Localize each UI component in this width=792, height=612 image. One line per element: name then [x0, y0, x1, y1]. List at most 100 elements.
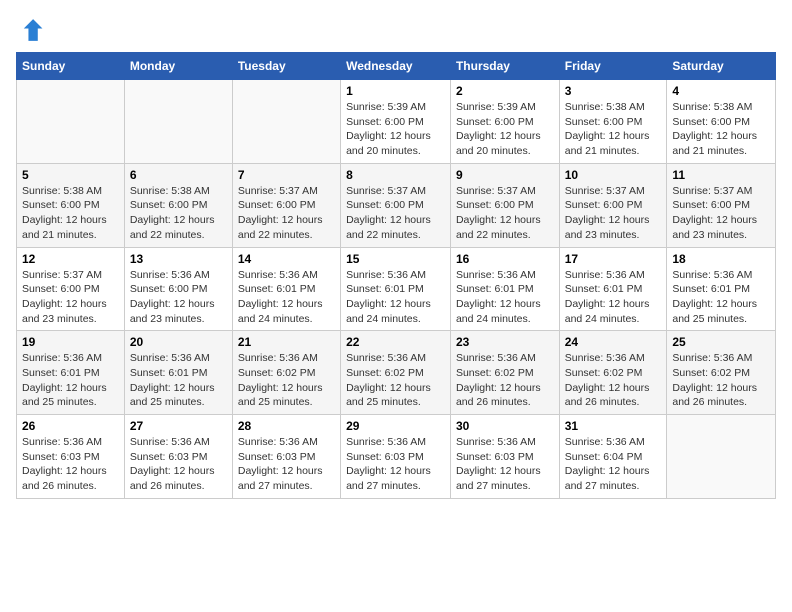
day-cell: 16 Sunrise: 5:36 AM Sunset: 6:01 PM Dayli…: [450, 247, 559, 331]
day-cell: 4 Sunrise: 5:38 AM Sunset: 6:00 PM Daylig…: [667, 80, 776, 164]
weekday-header-sunday: Sunday: [17, 53, 125, 80]
day-cell: 21 Sunrise: 5:36 AM Sunset: 6:02 PM Dayli…: [232, 331, 340, 415]
day-cell: 1 Sunrise: 5:39 AM Sunset: 6:00 PM Daylig…: [341, 80, 451, 164]
day-cell: [17, 80, 125, 164]
weekday-header-tuesday: Tuesday: [232, 53, 340, 80]
day-info: Sunrise: 5:37 AM Sunset: 6:00 PM Dayligh…: [672, 184, 770, 243]
day-number: 22: [346, 335, 445, 349]
day-number: 5: [22, 168, 119, 182]
weekday-header-wednesday: Wednesday: [341, 53, 451, 80]
logo: [16, 16, 48, 44]
day-number: 31: [565, 419, 662, 433]
day-number: 24: [565, 335, 662, 349]
day-cell: 19Sunrise: 5:36 AM Sunset: 6:01 PM Dayli…: [17, 331, 125, 415]
day-info: Sunrise: 5:36 AM Sunset: 6:01 PM Dayligh…: [130, 351, 227, 410]
day-info: Sunrise: 5:37 AM Sunset: 6:00 PM Dayligh…: [565, 184, 662, 243]
day-cell: 13 Sunrise: 5:36 AM Sunset: 6:00 PM Dayli…: [124, 247, 232, 331]
day-info: Sunrise: 5:36 AM Sunset: 6:00 PM Dayligh…: [130, 268, 227, 327]
day-info: Sunrise: 5:39 AM Sunset: 6:00 PM Dayligh…: [346, 100, 445, 159]
day-number: 15: [346, 252, 445, 266]
calendar-header: SundayMondayTuesdayWednesdayThursdayFrid…: [17, 53, 776, 80]
day-info: Sunrise: 5:38 AM Sunset: 6:00 PM Dayligh…: [130, 184, 227, 243]
day-info: Sunrise: 5:38 AM Sunset: 6:00 PM Dayligh…: [22, 184, 119, 243]
day-number: 12: [22, 252, 119, 266]
day-info: Sunrise: 5:36 AM Sunset: 6:01 PM Dayligh…: [565, 268, 662, 327]
day-info: Sunrise: 5:36 AM Sunset: 6:02 PM Dayligh…: [456, 351, 554, 410]
logo-icon: [16, 16, 44, 44]
day-number: 10: [565, 168, 662, 182]
day-number: 2: [456, 84, 554, 98]
day-number: 14: [238, 252, 335, 266]
day-cell: 10 Sunrise: 5:37 AM Sunset: 6:00 PM Dayli…: [559, 163, 667, 247]
day-cell: 26 Sunrise: 5:36 AM Sunset: 6:03 PM Dayli…: [17, 415, 125, 499]
day-cell: 15 Sunrise: 5:36 AM Sunset: 6:01 PM Dayli…: [341, 247, 451, 331]
day-number: 20: [130, 335, 227, 349]
day-cell: 23 Sunrise: 5:36 AM Sunset: 6:02 PM Dayli…: [450, 331, 559, 415]
week-row-5: 26 Sunrise: 5:36 AM Sunset: 6:03 PM Dayli…: [17, 415, 776, 499]
day-cell: 14 Sunrise: 5:36 AM Sunset: 6:01 PM Dayli…: [232, 247, 340, 331]
weekday-header-friday: Friday: [559, 53, 667, 80]
day-number: 18: [672, 252, 770, 266]
day-info: Sunrise: 5:38 AM Sunset: 6:00 PM Dayligh…: [565, 100, 662, 159]
day-number: 30: [456, 419, 554, 433]
week-row-1: 1 Sunrise: 5:39 AM Sunset: 6:00 PM Daylig…: [17, 80, 776, 164]
day-info: Sunrise: 5:37 AM Sunset: 6:00 PM Dayligh…: [346, 184, 445, 243]
day-number: 21: [238, 335, 335, 349]
day-cell: 28 Sunrise: 5:36 AM Sunset: 6:03 PM Dayli…: [232, 415, 340, 499]
day-info: Sunrise: 5:37 AM Sunset: 6:00 PM Dayligh…: [238, 184, 335, 243]
day-number: 27: [130, 419, 227, 433]
day-cell: 3Sunrise: 5:38 AM Sunset: 6:00 PM Daylig…: [559, 80, 667, 164]
week-row-4: 19Sunrise: 5:36 AM Sunset: 6:01 PM Dayli…: [17, 331, 776, 415]
day-number: 29: [346, 419, 445, 433]
day-number: 28: [238, 419, 335, 433]
day-number: 13: [130, 252, 227, 266]
day-info: Sunrise: 5:36 AM Sunset: 6:03 PM Dayligh…: [346, 435, 445, 494]
day-cell: 12 Sunrise: 5:37 AM Sunset: 6:00 PM Dayli…: [17, 247, 125, 331]
day-cell: 31 Sunrise: 5:36 AM Sunset: 6:04 PM Dayli…: [559, 415, 667, 499]
day-cell: 25Sunrise: 5:36 AM Sunset: 6:02 PM Dayli…: [667, 331, 776, 415]
page-header: [16, 16, 776, 44]
day-cell: 20 Sunrise: 5:36 AM Sunset: 6:01 PM Dayli…: [124, 331, 232, 415]
day-number: 9: [456, 168, 554, 182]
day-number: 17: [565, 252, 662, 266]
day-info: Sunrise: 5:36 AM Sunset: 6:01 PM Dayligh…: [456, 268, 554, 327]
day-info: Sunrise: 5:37 AM Sunset: 6:00 PM Dayligh…: [22, 268, 119, 327]
day-info: Sunrise: 5:36 AM Sunset: 6:03 PM Dayligh…: [22, 435, 119, 494]
calendar-body: 1 Sunrise: 5:39 AM Sunset: 6:00 PM Daylig…: [17, 80, 776, 499]
day-info: Sunrise: 5:36 AM Sunset: 6:01 PM Dayligh…: [22, 351, 119, 410]
day-number: 4: [672, 84, 770, 98]
day-info: Sunrise: 5:39 AM Sunset: 6:00 PM Dayligh…: [456, 100, 554, 159]
day-number: 26: [22, 419, 119, 433]
day-cell: 30 Sunrise: 5:36 AM Sunset: 6:03 PM Dayli…: [450, 415, 559, 499]
day-cell: 6Sunrise: 5:38 AM Sunset: 6:00 PM Daylig…: [124, 163, 232, 247]
day-info: Sunrise: 5:38 AM Sunset: 6:00 PM Dayligh…: [672, 100, 770, 159]
day-number: 16: [456, 252, 554, 266]
day-cell: 2 Sunrise: 5:39 AM Sunset: 6:00 PM Daylig…: [450, 80, 559, 164]
day-info: Sunrise: 5:37 AM Sunset: 6:00 PM Dayligh…: [456, 184, 554, 243]
day-info: Sunrise: 5:36 AM Sunset: 6:03 PM Dayligh…: [130, 435, 227, 494]
day-cell: 8 Sunrise: 5:37 AM Sunset: 6:00 PM Daylig…: [341, 163, 451, 247]
day-info: Sunrise: 5:36 AM Sunset: 6:01 PM Dayligh…: [238, 268, 335, 327]
day-cell: 24Sunrise: 5:36 AM Sunset: 6:02 PM Dayli…: [559, 331, 667, 415]
weekday-header-monday: Monday: [124, 53, 232, 80]
week-row-2: 5 Sunrise: 5:38 AM Sunset: 6:00 PM Daylig…: [17, 163, 776, 247]
day-info: Sunrise: 5:36 AM Sunset: 6:01 PM Dayligh…: [346, 268, 445, 327]
day-info: Sunrise: 5:36 AM Sunset: 6:03 PM Dayligh…: [238, 435, 335, 494]
day-cell: 18 Sunrise: 5:36 AM Sunset: 6:01 PM Dayli…: [667, 247, 776, 331]
day-number: 8: [346, 168, 445, 182]
day-number: 23: [456, 335, 554, 349]
day-info: Sunrise: 5:36 AM Sunset: 6:04 PM Dayligh…: [565, 435, 662, 494]
day-cell: 22Sunrise: 5:36 AM Sunset: 6:02 PM Dayli…: [341, 331, 451, 415]
day-info: Sunrise: 5:36 AM Sunset: 6:02 PM Dayligh…: [238, 351, 335, 410]
day-info: Sunrise: 5:36 AM Sunset: 6:03 PM Dayligh…: [456, 435, 554, 494]
day-cell: [124, 80, 232, 164]
day-cell: 27 Sunrise: 5:36 AM Sunset: 6:03 PM Dayli…: [124, 415, 232, 499]
day-number: 7: [238, 168, 335, 182]
day-number: 1: [346, 84, 445, 98]
day-number: 11: [672, 168, 770, 182]
day-info: Sunrise: 5:36 AM Sunset: 6:01 PM Dayligh…: [672, 268, 770, 327]
day-number: 25: [672, 335, 770, 349]
week-row-3: 12 Sunrise: 5:37 AM Sunset: 6:00 PM Dayli…: [17, 247, 776, 331]
weekday-row: SundayMondayTuesdayWednesdayThursdayFrid…: [17, 53, 776, 80]
day-cell: 7 Sunrise: 5:37 AM Sunset: 6:00 PM Daylig…: [232, 163, 340, 247]
